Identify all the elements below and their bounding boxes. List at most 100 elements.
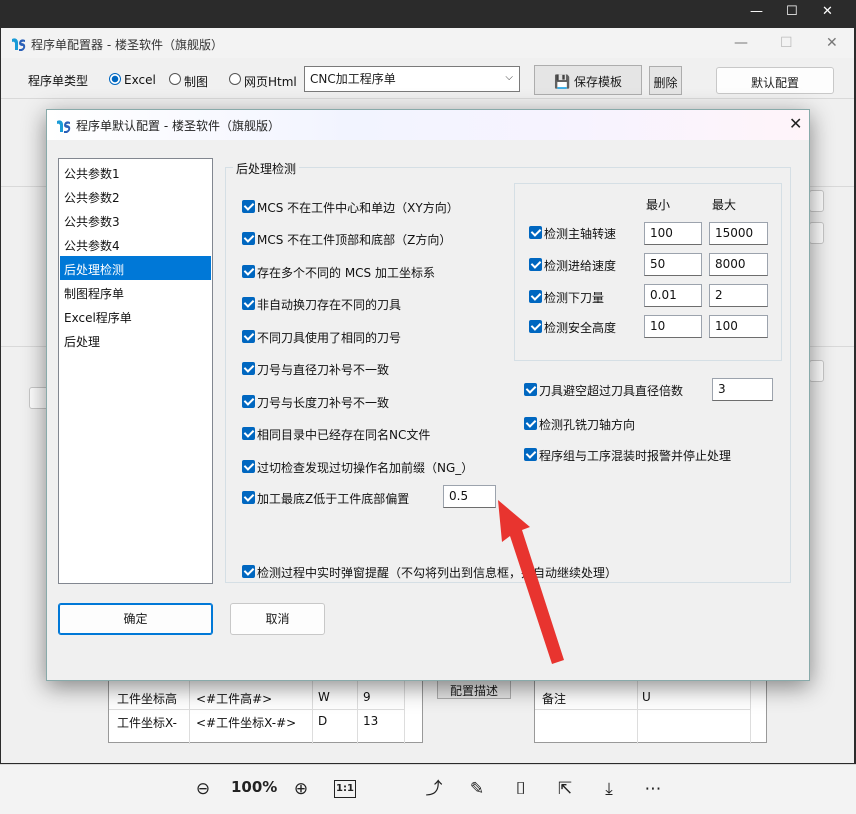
app-logo-icon [12, 38, 26, 51]
radio-excel[interactable] [109, 73, 121, 85]
checkbox-mcs-xy-label[interactable]: MCS 不在工件中心和单边（XY方向） [257, 199, 459, 216]
maximize-icon[interactable]: ☐ [786, 4, 798, 19]
checkbox-non-auto-tool[interactable] [242, 297, 255, 310]
checkbox-mix-alarm-label[interactable]: 程序组与工序混装时报警并停止处理 [539, 447, 731, 464]
checkbox-tool-avoid[interactable] [524, 383, 537, 396]
checkbox-stepdown-label[interactable]: 检测下刀量 [544, 289, 604, 306]
radio-html-label[interactable]: 网页Html [244, 73, 297, 90]
side-button[interactable] [809, 360, 824, 382]
side-button[interactable] [809, 190, 824, 212]
chevron-down-icon: ⌵ [505, 72, 513, 83]
zoom-in-icon[interactable]: ⊕ [290, 777, 312, 801]
more-icon[interactable]: ⋯ [642, 777, 664, 801]
save-template-button[interactable]: 💾 保存模板 [534, 65, 642, 95]
radio-excel-label[interactable]: Excel [124, 73, 156, 87]
app-logo-icon [57, 120, 71, 133]
actual-size-icon[interactable]: 1:1 [334, 780, 356, 798]
checkbox-same-tool-number[interactable] [242, 330, 255, 343]
checkbox-non-auto-tool-label[interactable]: 非自动换刀存在不同的刀具 [257, 296, 401, 313]
radio-draw-label[interactable]: 制图 [184, 73, 208, 90]
nav-item-drawing-sheet[interactable]: 制图程序单 [60, 280, 211, 304]
stepdown-min-input[interactable]: 0.01 [644, 284, 702, 307]
checkbox-safe-height-label[interactable]: 检测安全高度 [544, 319, 616, 336]
checkbox-stepdown[interactable] [529, 290, 542, 303]
nav-item-common-4[interactable]: 公共参数4 [60, 232, 211, 256]
col-divider [750, 674, 751, 744]
nav-item-excel-sheet[interactable]: Excel程序单 [60, 304, 211, 328]
checkbox-spindle-speed[interactable] [529, 226, 542, 239]
checkbox-diameter-comp-label[interactable]: 刀号与直径刀补号不一致 [257, 361, 389, 378]
spindle-speed-min-input[interactable]: 100 [644, 222, 702, 245]
feed-rate-min-input[interactable]: 50 [644, 253, 702, 276]
config-describe-button[interactable]: 配置描述 [437, 679, 511, 699]
template-select[interactable]: CNC加工程序单 ⌵ [304, 66, 520, 92]
stepdown-max-input[interactable]: 2 [709, 284, 768, 307]
dialog-titlebar: 程序单默认配置 - 楼圣软件（旗舰版） ✕ [47, 110, 809, 140]
close-icon[interactable]: ✕ [822, 4, 833, 19]
dialog-title: 程序单默认配置 - 楼圣软件（旗舰版） [76, 119, 280, 133]
safe-height-max-input[interactable]: 100 [709, 315, 768, 338]
max-column-header: 最大 [712, 198, 737, 212]
checkbox-bottom-offset[interactable] [242, 491, 255, 504]
safe-height-min-input[interactable]: 10 [644, 315, 702, 338]
checkbox-safe-height[interactable] [529, 320, 542, 333]
main-window-titlebar: 程序单配置器 - 楼圣软件（旗舰版） — ☐ ✕ [1, 28, 854, 58]
radio-draw[interactable] [169, 73, 181, 85]
checkbox-same-nc-file[interactable] [242, 427, 255, 440]
checkbox-gouge-prefix-label[interactable]: 过切检查发现过切操作名加前缀（NG_） [257, 459, 473, 476]
rotate-icon[interactable]: ⤴ [423, 777, 445, 801]
table-cell: 9 [363, 690, 371, 704]
checkbox-length-comp[interactable] [242, 395, 255, 408]
cancel-button[interactable]: 取消 [230, 603, 325, 635]
template-select-value: CNC加工程序单 [310, 72, 396, 86]
row-divider [535, 709, 750, 710]
delete-button[interactable]: 删除 [649, 66, 682, 95]
text-recognition-icon[interactable]: ⌷ [510, 777, 532, 801]
checkbox-same-tool-number-label[interactable]: 不同刀具使用了相同的刀号 [257, 329, 401, 346]
checkbox-feed-rate-label[interactable]: 检测进给速度 [544, 257, 616, 274]
close-icon[interactable]: ✕ [789, 114, 802, 133]
viewer-toolbar: ⊖ 100% ⊕ 1:1 ⤴ ✎ ⌷ ⇱ ⤓ ⋯ [0, 764, 856, 814]
table-cell: 工件坐标X- [117, 716, 177, 730]
side-button[interactable] [809, 222, 824, 244]
tool-avoid-input[interactable]: 3 [712, 378, 773, 401]
zoom-out-icon[interactable]: ⊖ [192, 777, 214, 801]
nav-item-common-3[interactable]: 公共参数3 [60, 208, 211, 232]
checkbox-spindle-speed-label[interactable]: 检测主轴转速 [544, 225, 616, 242]
nav-item-post-check[interactable]: 后处理检测 [60, 256, 211, 280]
checkbox-length-comp-label[interactable]: 刀号与长度刀补号不一致 [257, 394, 389, 411]
checkbox-same-nc-file-label[interactable]: 相同目录中已经存在同名NC文件 [257, 426, 430, 443]
share-icon[interactable]: ⇱ [554, 777, 576, 801]
checkbox-tool-avoid-label[interactable]: 刀具避空超过刀具直径倍数 [539, 382, 683, 399]
feed-rate-max-input[interactable]: 8000 [709, 253, 768, 276]
checkbox-gouge-prefix[interactable] [242, 460, 255, 473]
checkbox-bottom-offset-label[interactable]: 加工最底Z低于工件底部偏置 [257, 490, 409, 507]
checkbox-mcs-z-label[interactable]: MCS 不在工件顶部和底部（Z方向） [257, 231, 451, 248]
min-column-header: 最小 [646, 198, 671, 212]
nav-item-postprocess[interactable]: 后处理 [60, 328, 211, 352]
download-icon[interactable]: ⤓ [598, 777, 620, 801]
ok-button[interactable]: 确定 [58, 603, 213, 635]
spindle-speed-max-input[interactable]: 15000 [709, 222, 768, 245]
checkbox-hole-axis-label[interactable]: 检测孔铣刀轴方向 [539, 416, 635, 433]
checkbox-mcs-xy[interactable] [242, 200, 255, 213]
checkbox-feed-rate[interactable] [529, 258, 542, 271]
checkbox-multi-mcs[interactable] [242, 265, 255, 278]
minimize-icon[interactable]: — [734, 35, 748, 51]
checkbox-mcs-z[interactable] [242, 232, 255, 245]
checkbox-mix-alarm[interactable] [524, 448, 537, 461]
close-icon[interactable]: ✕ [826, 35, 838, 51]
settings-nav-list: 公共参数1 公共参数2 公共参数3 公共参数4 后处理检测 制图程序单 Exce… [58, 158, 213, 584]
checkbox-multi-mcs-label[interactable]: 存在多个不同的 MCS 加工坐标系 [257, 264, 435, 281]
nav-item-common-2[interactable]: 公共参数2 [60, 184, 211, 208]
left-table: 工件坐标高 <#工件高#> W 9 工件坐标X- <#工件坐标X-#> D 13 [108, 673, 423, 744]
default-config-button[interactable]: 默认配置 [716, 67, 834, 94]
zoom-level: 100% [231, 778, 278, 796]
checkbox-diameter-comp[interactable] [242, 362, 255, 375]
nav-item-common-1[interactable]: 公共参数1 [60, 160, 211, 184]
radio-html[interactable] [229, 73, 241, 85]
edit-icon[interactable]: ✎ [466, 777, 488, 801]
minimize-icon[interactable]: — [750, 4, 763, 19]
checkbox-realtime-popup[interactable] [242, 565, 255, 578]
checkbox-hole-axis[interactable] [524, 417, 537, 430]
